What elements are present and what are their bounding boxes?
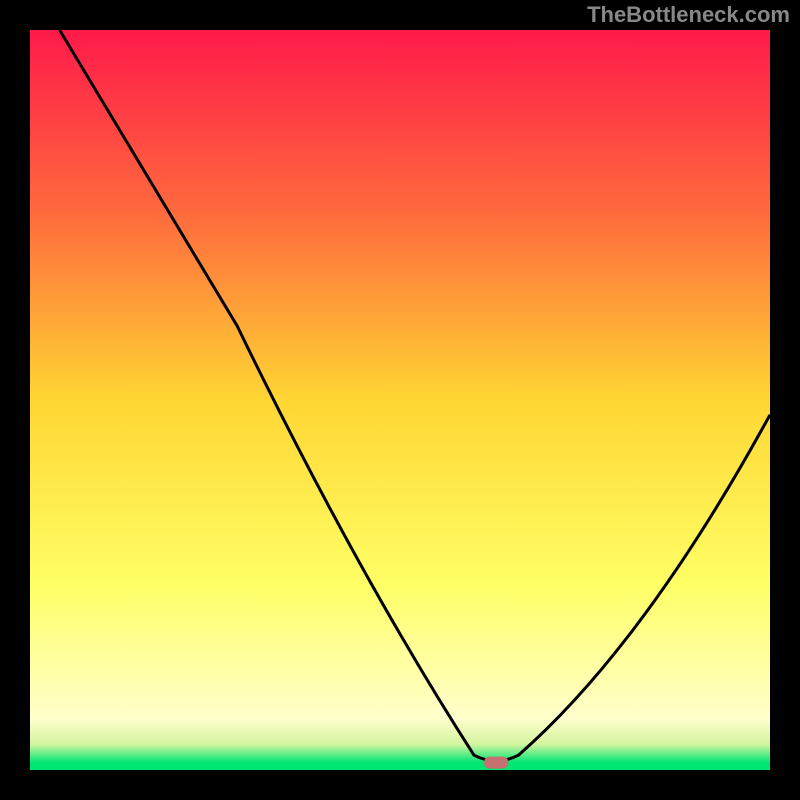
bottleneck-chart: TheBottleneck.com [0, 0, 800, 800]
optimal-marker [484, 757, 508, 769]
watermark-text: TheBottleneck.com [587, 2, 790, 28]
chart-svg [0, 0, 800, 800]
plot-area [30, 30, 770, 770]
